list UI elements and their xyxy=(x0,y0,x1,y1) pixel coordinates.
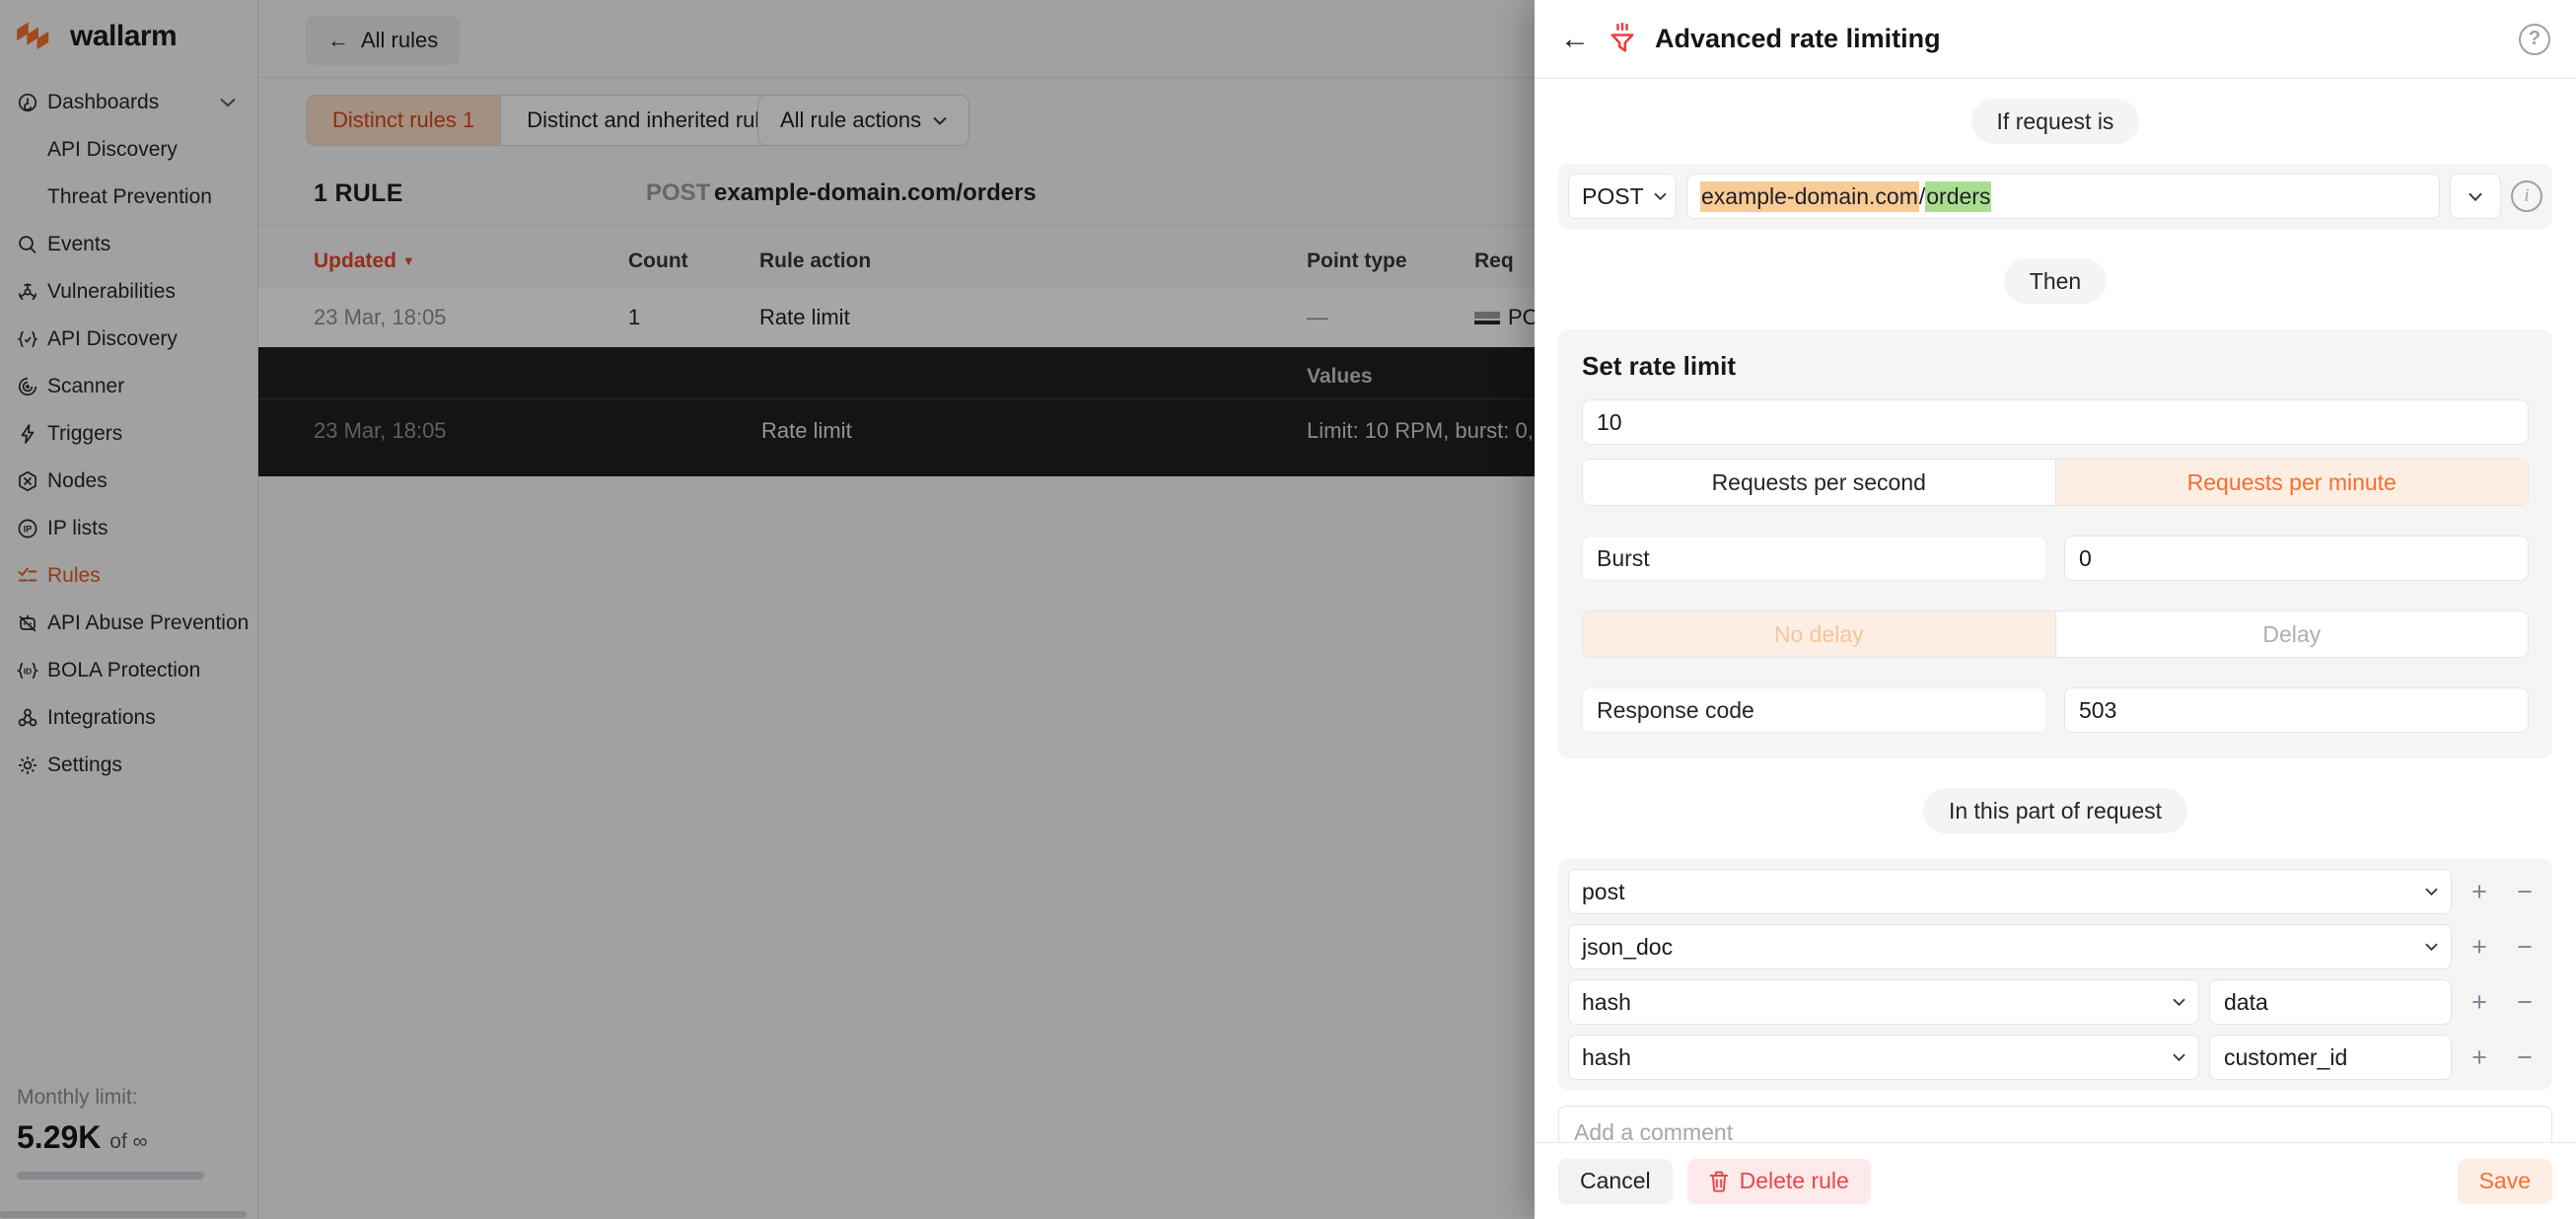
remove-part-icon[interactable]: − xyxy=(2507,1042,2542,1073)
cancel-button[interactable]: Cancel xyxy=(1558,1159,1673,1204)
burst-row: Burst 0 xyxy=(1582,536,2529,581)
delay-segmented: No delay Delay xyxy=(1582,610,2529,658)
save-button[interactable]: Save xyxy=(2458,1159,2552,1204)
requests-per-minute-option[interactable]: Requests per minute xyxy=(2055,460,2529,505)
part-of-request-pill: In this part of request xyxy=(1923,788,2187,833)
request-parts-card: post + − json_doc + − hash xyxy=(1558,859,2552,1090)
app-root: wallarm Dashboards API Discovery Threat … xyxy=(0,0,2576,1219)
drawer-back-icon[interactable]: ← xyxy=(1560,25,1590,54)
no-delay-option[interactable]: No delay xyxy=(1583,611,2055,657)
help-icon[interactable]: ? xyxy=(2519,24,2550,55)
rate-limit-card: Set rate limit 10 Requests per second Re… xyxy=(1558,329,2552,758)
comment-textarea[interactable] xyxy=(1558,1106,2552,1142)
request-part-row: hash data + − xyxy=(1568,979,2542,1025)
drawer-header: ← Advanced rate limiting ? xyxy=(1535,0,2576,79)
then-pill: Then xyxy=(2004,258,2107,304)
request-part-row: json_doc + − xyxy=(1568,924,2542,969)
add-part-icon[interactable]: + xyxy=(2462,1042,2497,1073)
comment-section xyxy=(1558,1106,2552,1142)
drawer-body: If request is POST example-domain.com/or… xyxy=(1535,79,2576,1142)
uri-input[interactable]: example-domain.com/orders xyxy=(1686,174,2440,219)
chevron-down-icon xyxy=(2425,888,2438,896)
requests-per-second-option[interactable]: Requests per second xyxy=(1583,460,2055,505)
rate-limit-funnel-icon xyxy=(1608,23,1637,56)
add-part-icon[interactable]: + xyxy=(2462,932,2497,963)
add-part-icon[interactable]: + xyxy=(2462,877,2497,907)
if-request-is-pill: If request is xyxy=(1971,99,2140,144)
remove-part-icon[interactable]: − xyxy=(2507,932,2542,963)
chevron-down-icon xyxy=(2425,943,2438,951)
part-key-input[interactable]: data xyxy=(2209,979,2452,1025)
part-key-input[interactable]: customer_id xyxy=(2209,1035,2452,1080)
condition-row: POST example-domain.com/orders i xyxy=(1558,164,2552,229)
info-icon[interactable]: i xyxy=(2511,180,2542,212)
trash-icon xyxy=(1709,1171,1729,1192)
drawer-title: Advanced rate limiting xyxy=(1655,24,1941,54)
rate-limit-value-input[interactable]: 10 xyxy=(1582,399,2529,445)
expand-condition-button[interactable] xyxy=(2450,174,2501,219)
delay-option[interactable]: Delay xyxy=(2055,611,2529,657)
chevron-down-icon xyxy=(2469,192,2482,201)
part-select-post[interactable]: post xyxy=(1568,869,2452,914)
part-select-hash[interactable]: hash xyxy=(1568,1035,2199,1080)
set-rate-limit-heading: Set rate limit xyxy=(1582,351,2529,382)
chevron-down-icon xyxy=(2173,998,2185,1006)
burst-label: Burst xyxy=(1582,536,2046,581)
response-code-row: Response code 503 xyxy=(1582,687,2529,733)
method-select[interactable]: POST xyxy=(1568,174,1677,219)
advanced-rate-limiting-drawer: ← Advanced rate limiting ? If request is… xyxy=(1535,0,2576,1219)
response-code-input[interactable]: 503 xyxy=(2064,687,2529,733)
delete-rule-button[interactable]: Delete rule xyxy=(1687,1159,1871,1204)
uri-path-highlight: orders xyxy=(1925,181,1991,212)
burst-value-input[interactable]: 0 xyxy=(2064,536,2529,581)
part-select-hash[interactable]: hash xyxy=(1568,979,2199,1025)
drawer-footer: Cancel Delete rule Save xyxy=(1535,1142,2576,1219)
remove-part-icon[interactable]: − xyxy=(2507,987,2542,1018)
rate-unit-segmented: Requests per second Requests per minute xyxy=(1582,459,2529,506)
modal-dim-overlay[interactable] xyxy=(0,0,1536,1219)
request-part-row: post + − xyxy=(1568,869,2542,914)
remove-part-icon[interactable]: − xyxy=(2507,877,2542,907)
uri-host-highlight: example-domain.com xyxy=(1700,181,1919,212)
part-select-json-doc[interactable]: json_doc xyxy=(1568,924,2452,969)
chevron-down-icon xyxy=(2173,1053,2185,1061)
response-code-label: Response code xyxy=(1582,687,2046,733)
request-part-row: hash customer_id + − xyxy=(1568,1035,2542,1080)
add-part-icon[interactable]: + xyxy=(2462,987,2497,1018)
chevron-down-icon xyxy=(1654,192,1667,200)
